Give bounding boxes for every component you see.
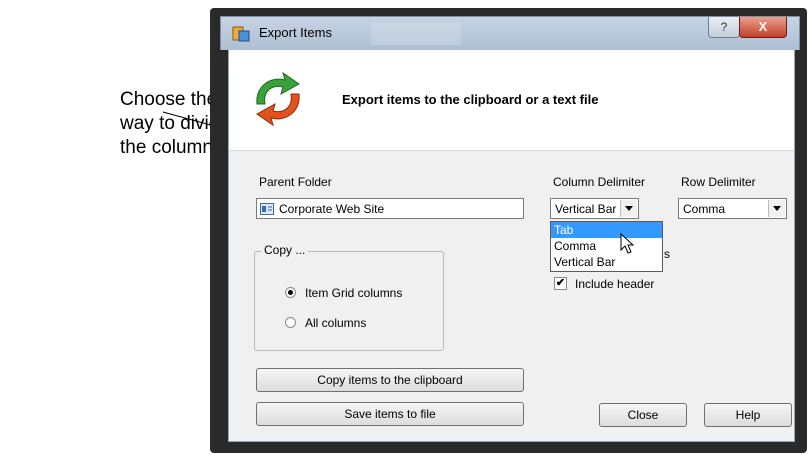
column-delimiter-dropdown[interactable]: Tab Comma Vertical Bar <box>550 221 663 272</box>
dropdown-option-tab[interactable]: Tab <box>551 222 662 238</box>
copy-group-title: Copy ... <box>261 243 309 257</box>
window-title: Export Items <box>259 25 332 40</box>
column-delimiter-label: Column Delimiter <box>553 175 646 189</box>
close-title-button[interactable]: X <box>739 17 787 38</box>
dropdown-option-vertical-bar[interactable]: Vertical Bar <box>551 254 662 270</box>
app-icon <box>232 26 250 42</box>
close-button[interactable]: Close <box>599 403 687 427</box>
column-delimiter-select[interactable]: Vertical Bar <box>550 198 639 219</box>
title-bar: Export Items ? X <box>220 16 800 50</box>
export-arrows-icon <box>256 71 300 127</box>
help-button[interactable]: Help <box>704 403 792 427</box>
chevron-down-icon[interactable] <box>768 200 785 217</box>
radio-all-columns-label: All columns <box>305 316 367 330</box>
radio-item-grid-columns[interactable] <box>285 287 296 298</box>
parent-folder-value: Corporate Web Site <box>279 202 385 216</box>
dropdown-option-comma[interactable]: Comma <box>551 238 662 254</box>
row-delimiter-label: Row Delimiter <box>681 175 756 189</box>
parent-folder-label: Parent Folder <box>259 175 332 189</box>
dialog-heading: Export items to the clipboard or a text … <box>342 92 599 107</box>
include-header-label: Include header <box>575 277 655 291</box>
title-bar-ghost <box>371 23 461 45</box>
dialog-header: Export items to the clipboard or a text … <box>228 50 795 150</box>
dialog-body: Parent Folder Corporate Web Site Column … <box>228 150 795 442</box>
radio-item-grid-label: Item Grid columns <box>305 286 403 300</box>
chevron-down-icon[interactable] <box>620 200 637 217</box>
include-header-checkbox[interactable]: ✔ <box>554 277 567 290</box>
parent-folder-field[interactable]: Corporate Web Site <box>256 198 524 219</box>
column-delimiter-value: Vertical Bar <box>555 202 617 216</box>
copy-groupbox: Copy ... Item Grid columns All columns <box>254 243 444 351</box>
obscured-option-text: s <box>664 247 670 261</box>
mouse-cursor-icon <box>620 233 635 254</box>
row-delimiter-value: Comma <box>683 202 726 216</box>
row-delimiter-select[interactable]: Comma <box>678 198 787 219</box>
radio-all-columns[interactable] <box>285 317 296 328</box>
copy-to-clipboard-button[interactable]: Copy items to the clipboard <box>256 368 524 392</box>
website-folder-icon <box>260 203 274 215</box>
save-to-file-button[interactable]: Save items to file <box>256 402 524 426</box>
help-title-button[interactable]: ? <box>708 17 740 38</box>
